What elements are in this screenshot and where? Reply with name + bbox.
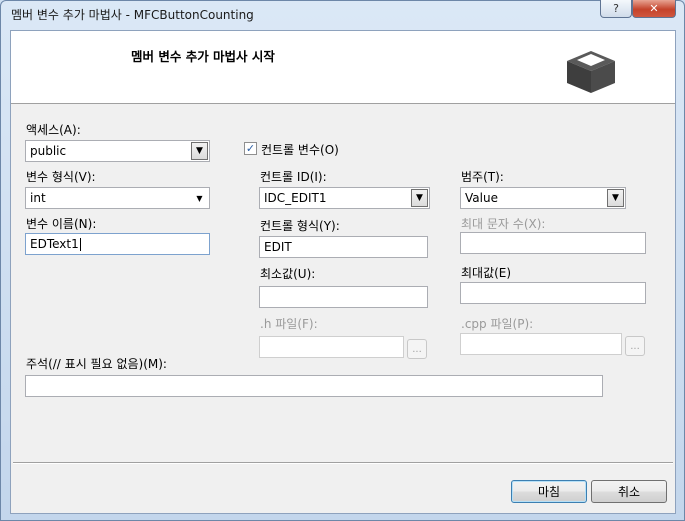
control-id-label: 컨트롤 ID(I): — [260, 170, 327, 184]
cpp-file-label: .cpp 파일(P): — [461, 317, 534, 331]
control-type-value: EDIT — [264, 240, 292, 254]
comment-input[interactable] — [25, 375, 603, 397]
h-file-input — [259, 336, 404, 358]
min-value-input[interactable] — [259, 286, 428, 308]
cpp-file-browse-button: ... — [625, 336, 645, 356]
max-chars-input[interactable] — [460, 232, 646, 254]
control-type-label: 컨트롤 형식(Y): — [260, 219, 340, 233]
wizard-title: 멤버 변수 추가 마법사 시작 — [131, 49, 275, 64]
category-combo[interactable]: Value ▼ — [460, 187, 626, 209]
close-button[interactable]: ✕ — [632, 0, 676, 18]
chevron-down-icon[interactable]: ▼ — [411, 189, 428, 207]
max-value-input[interactable] — [460, 282, 646, 304]
window-title: 멤버 변수 추가 마법사 - MFCButtonCounting — [11, 8, 254, 22]
help-button[interactable]: ? — [600, 0, 632, 18]
access-combo[interactable]: public ▼ — [25, 140, 210, 162]
comment-label: 주석(// 표시 필요 없음)(M): — [26, 357, 167, 371]
dialog-body: 멤버 변수 추가 마법사 시작 액세스(A): public ▼ 변수 형식(V… — [10, 30, 676, 514]
cancel-button[interactable]: 취소 — [591, 480, 667, 503]
max-value-label: 최대값(E) — [461, 266, 512, 280]
control-id-value: IDC_EDIT1 — [264, 191, 327, 205]
min-value-label: 최소값(U): — [260, 267, 316, 281]
text-caret — [79, 238, 81, 251]
control-id-combo[interactable]: IDC_EDIT1 ▼ — [259, 187, 430, 209]
wizard-header: 멤버 변수 추가 마법사 시작 — [11, 31, 675, 104]
control-variable-label: 컨트롤 변수(O) — [261, 143, 339, 157]
dialog-window: 멤버 변수 추가 마법사 - MFCButtonCounting ? ✕ 멤버 … — [0, 0, 685, 521]
finish-button[interactable]: 마침 — [511, 480, 587, 503]
chevron-down-icon[interactable]: ▼ — [607, 189, 624, 207]
h-file-label: .h 파일(F): — [260, 317, 318, 331]
category-label: 범주(T): — [461, 170, 504, 184]
footer-separator — [13, 462, 673, 464]
var-type-value: int — [30, 191, 46, 205]
max-chars-label: 최대 문자 수(X): — [461, 217, 546, 231]
category-value: Value — [465, 191, 498, 205]
var-type-label: 변수 형식(V): — [26, 170, 96, 184]
cpp-file-input — [460, 333, 622, 355]
var-type-combo[interactable]: int ▼ — [25, 187, 210, 209]
var-name-label: 변수 이름(N): — [26, 217, 97, 231]
chevron-down-icon[interactable]: ▼ — [191, 189, 208, 207]
title-bar: 멤버 변수 추가 마법사 - MFCButtonCounting ? ✕ — [1, 0, 684, 29]
access-label: 액세스(A): — [26, 123, 81, 137]
var-name-value: EDText1 — [30, 237, 79, 251]
control-type-field: EDIT — [259, 236, 428, 258]
control-variable-checkbox[interactable]: ✓ — [244, 142, 257, 155]
h-file-browse-button: ... — [407, 339, 427, 359]
var-name-input[interactable]: EDText1 — [25, 233, 210, 255]
chevron-down-icon[interactable]: ▼ — [191, 142, 208, 160]
variable-box-icon — [567, 51, 615, 93]
access-value: public — [30, 144, 67, 158]
